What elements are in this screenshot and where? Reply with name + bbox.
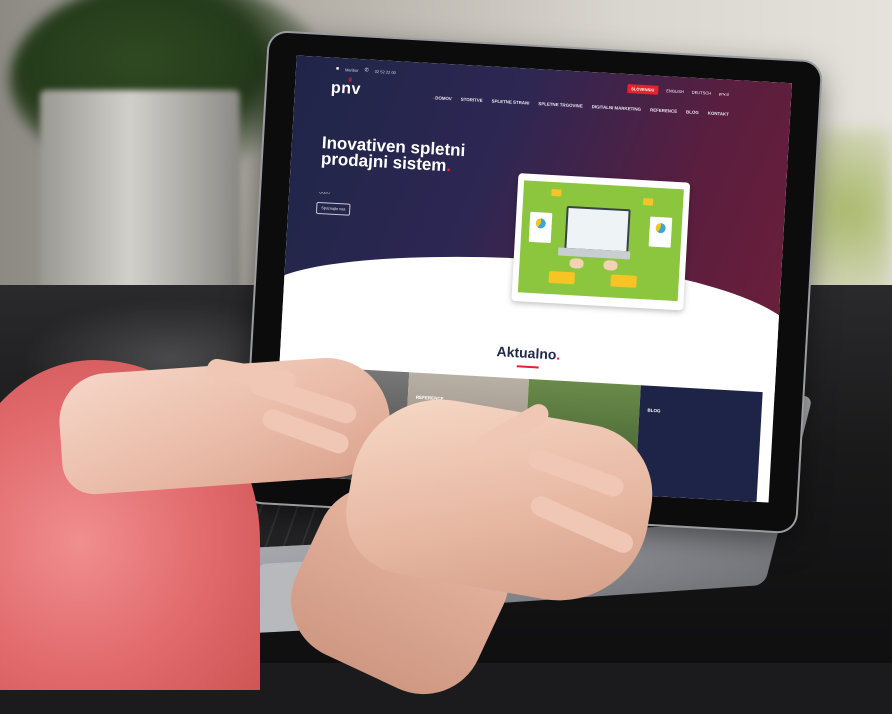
illustration-sleeve [610, 274, 637, 288]
language-item-english[interactable]: ENGLISH [666, 88, 684, 94]
illustration-laptop [564, 205, 631, 254]
phone-icon: ✆ [364, 67, 369, 74]
site-logo[interactable]: pnv [330, 80, 361, 100]
news-tile-blog[interactable]: BLOG [634, 385, 763, 502]
chat-bubble-icon [551, 188, 562, 197]
illustration-hand [603, 259, 618, 271]
location-icon: ■ [335, 65, 340, 72]
zigzag-decoration: 〰〰 [318, 190, 330, 198]
chat-bubble-icon [642, 198, 654, 206]
language-item-pnv[interactable]: pnv.si [719, 91, 729, 97]
illustration-hand [569, 258, 584, 269]
background-planter [40, 90, 240, 310]
language-item-slovenski[interactable]: SLOVENSKI [626, 84, 659, 95]
right-finger [525, 446, 627, 500]
nav-item-domov[interactable]: DOMOV [432, 95, 452, 101]
hero-illustration [511, 173, 691, 311]
illustration-sleeve [548, 270, 576, 285]
language-item-deutsch[interactable]: DEUTSCH [692, 90, 712, 96]
right-finger [527, 493, 637, 557]
headline-dot: . [445, 156, 452, 176]
section-title-dot: . [555, 346, 561, 363]
topbar-phone[interactable]: 02 52 22 00 [375, 68, 396, 74]
cta-button[interactable]: Spoznajte nas [315, 201, 351, 216]
section-title-text: Aktualno [496, 343, 557, 363]
nav-item-blog[interactable]: BLOG [686, 109, 699, 115]
left-hand [56, 353, 394, 497]
topbar-location: Maribor [344, 66, 359, 73]
hero-headline-text: Inovativen spletni prodajni sistem [320, 133, 466, 176]
tile-label: BLOG [647, 407, 661, 414]
